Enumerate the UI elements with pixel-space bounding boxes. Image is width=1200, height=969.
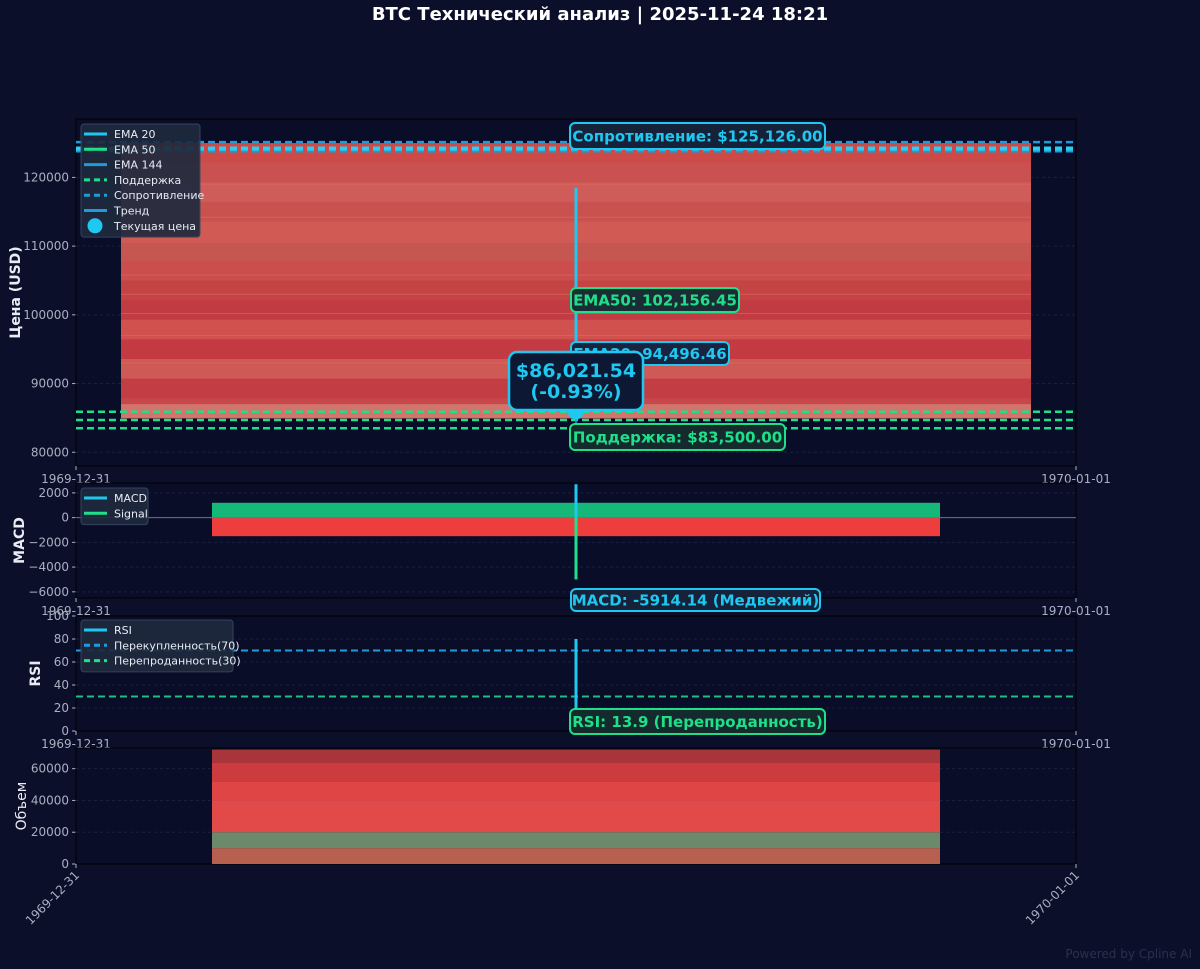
y-tick-label: 100000 — [23, 308, 69, 322]
y-tick-label: 20 — [54, 701, 69, 715]
legend-label: EMA 50 — [114, 143, 155, 156]
volume-band — [212, 800, 940, 833]
x-tick-label: 1969-12-31 — [23, 868, 82, 927]
y-axis-label: Объем — [14, 782, 30, 831]
y-axis-label: Цена (USD) — [8, 246, 24, 338]
price-change-label: (-0.93%) — [530, 381, 621, 403]
volume-band — [212, 781, 940, 801]
y-tick-label: 0 — [61, 511, 69, 525]
y-tick-label: 80000 — [31, 445, 69, 459]
legend-label: EMA 20 — [114, 128, 155, 141]
rsi-panel: 020406080100RSI1969-12-31 1970-01-01RSI: … — [28, 609, 1111, 751]
y-tick-label: 40 — [54, 678, 69, 692]
y-tick-label: 120000 — [23, 170, 69, 184]
y-axis-label: MACD — [12, 517, 28, 564]
legend-label: Тренд — [113, 205, 150, 218]
legend-label: Перепроданность(30) — [114, 655, 241, 668]
y-tick-label: 110000 — [23, 239, 69, 253]
legend-label: Поддержка — [114, 174, 181, 187]
x-tick-label: 1970-01-01 — [1023, 868, 1082, 927]
y-tick-label: 60 — [54, 655, 69, 669]
y-tick-label: 40000 — [31, 793, 69, 807]
legend-label: Текущая цена — [113, 220, 196, 233]
legend-label: RSI — [114, 624, 132, 637]
y-tick-label: 0 — [61, 724, 69, 738]
candle-band — [121, 162, 1031, 183]
y-axis-label: RSI — [28, 660, 44, 686]
annotation-label: MACD: -5914.14 (Медвежий) — [572, 591, 820, 609]
chart-canvas: 8000090000100000110000120000Цена (USD)19… — [8, 118, 1111, 927]
volume-panel: 0 20000 40000 60000Объем 1969-12-31 1970-01-0… — [14, 747, 1082, 927]
volume-band — [212, 848, 940, 864]
legend-label: MACD — [114, 492, 147, 505]
volume-band — [212, 832, 940, 849]
y-tick-label: −6000 — [28, 585, 69, 599]
y-tick-label: 2000 — [38, 486, 69, 500]
price-panel: 8000090000100000110000120000Цена (USD)19… — [8, 118, 1111, 486]
y-tick-label: −2000 — [28, 535, 69, 549]
y-tick-label: 80 — [54, 632, 69, 646]
volume-band — [212, 762, 940, 782]
y-tick-label: 0 — [61, 857, 69, 871]
annotation-label: Сопротивление: $125,126.00 — [572, 127, 822, 145]
legend-label: Сопротивление — [114, 189, 204, 202]
legend-marker — [87, 218, 103, 234]
watermark: Powered by Cpline AI — [1065, 947, 1192, 961]
macd-panel: −6000−4000−200002000MACD1969-12-31 1970-0… — [12, 482, 1111, 618]
price-annotation-label: $86,021.54 — [516, 360, 636, 382]
annotation-label: RSI: 13.9 (Перепроданность) — [572, 713, 822, 731]
y-tick-label: 100 — [46, 609, 69, 623]
y-tick-label: 60000 — [31, 762, 69, 776]
y-tick-label: 20000 — [31, 825, 69, 839]
annotation-label: Поддержка: $83,500.00 — [573, 428, 782, 446]
legend-label: Signal — [114, 507, 148, 520]
y-tick-label: 90000 — [31, 377, 69, 391]
legend-label: Перекупленность(70) — [114, 639, 240, 652]
y-tick-label: −4000 — [28, 560, 69, 574]
annotation-label: EMA50: 102,156.45 — [573, 291, 737, 309]
volume-band — [212, 749, 940, 763]
legend-label: EMA 144 — [114, 159, 162, 172]
